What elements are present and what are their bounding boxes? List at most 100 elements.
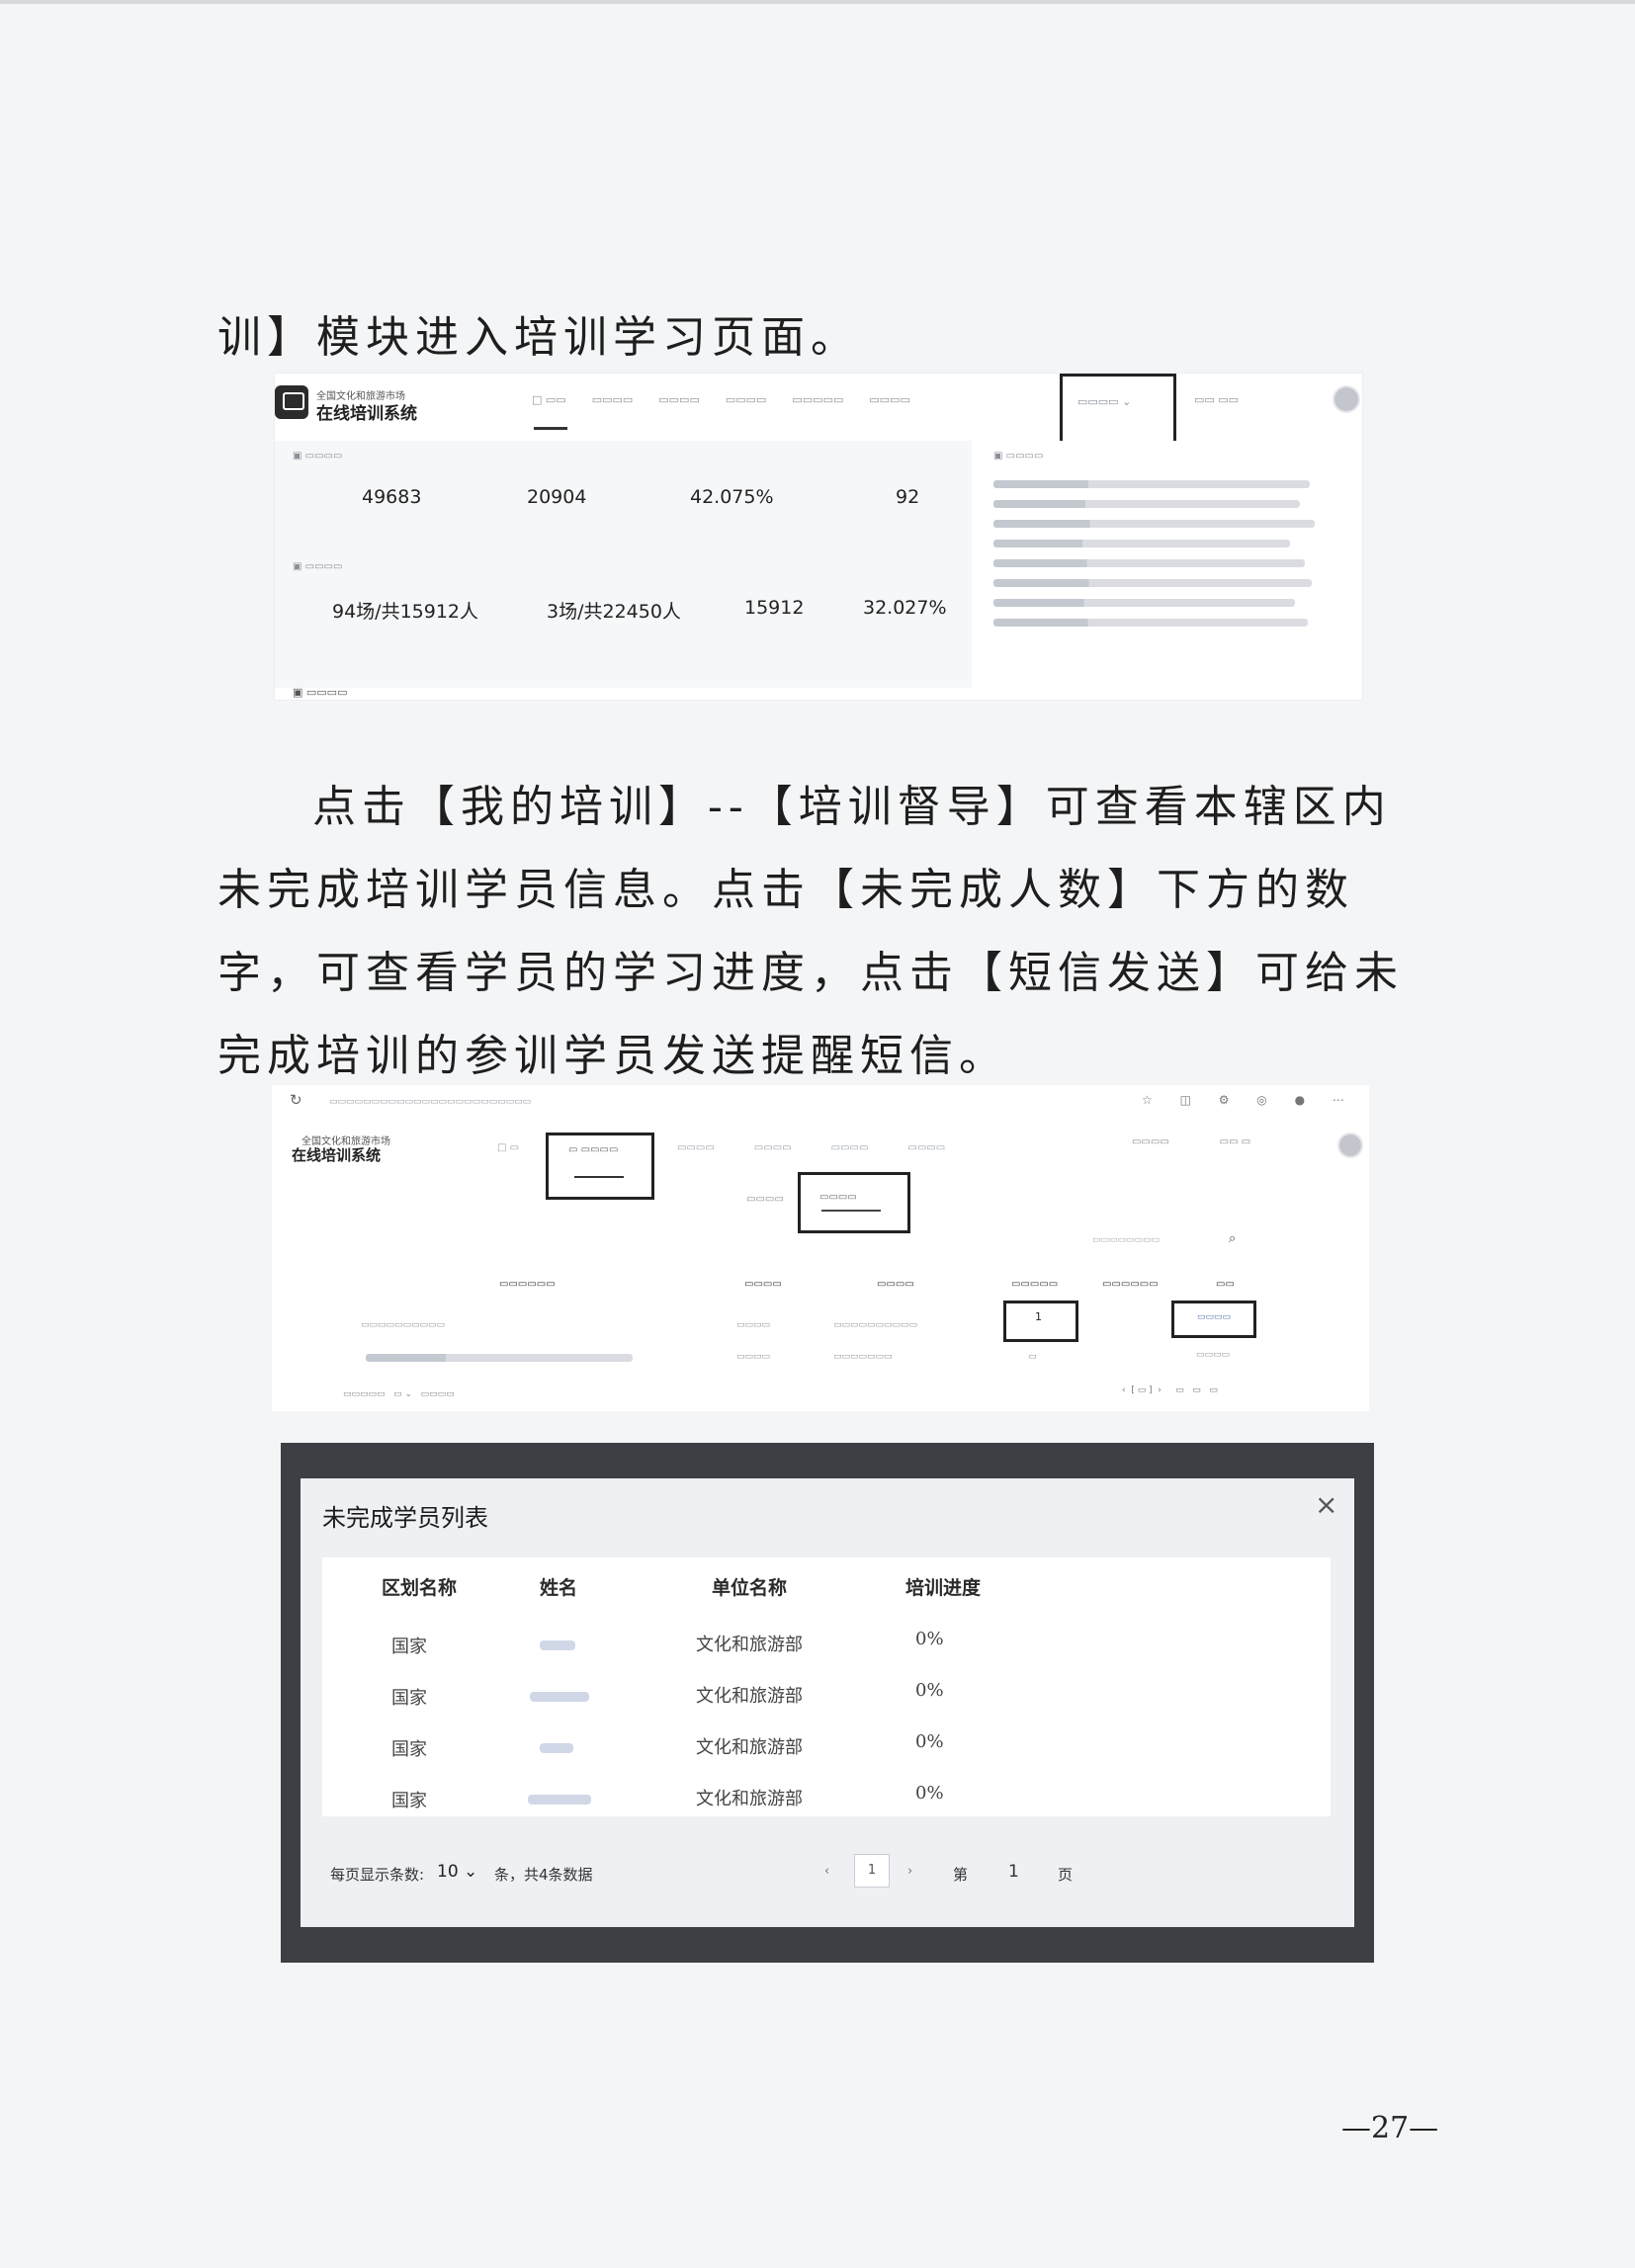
avatar[interactable]	[1333, 385, 1360, 413]
nav-item[interactable]: ▭▭▭▭	[592, 393, 634, 406]
cell-progress: 0%	[915, 1629, 944, 1649]
section-title-training: ▣ ▭▭▭▭	[293, 561, 343, 572]
notice-item[interactable]	[993, 540, 1290, 547]
nav-item[interactable]: ▭▭▭▭	[907, 1142, 945, 1153]
nav-item[interactable]: ▭▭▭▭	[831, 1142, 869, 1153]
nav-active-underline	[534, 427, 567, 430]
subtab-training-tasks[interactable]: ▭▭▭▭	[746, 1194, 784, 1205]
list-pager[interactable]: ‹ [ ▭ ] › ▭ ▭ ▭	[1122, 1386, 1218, 1395]
table-row[interactable]: 国家 文化和旅游部 0%	[322, 1773, 1331, 1824]
nav-item[interactable]: ▭▭▭▭	[658, 393, 700, 406]
cell-progress: 0%	[915, 1680, 944, 1701]
callout-box-my-training	[546, 1133, 654, 1200]
column-header: ▭▭	[1216, 1279, 1235, 1290]
page-input[interactable]: 1	[854, 1854, 890, 1888]
column-header-region: 区划名称	[382, 1577, 458, 1599]
search-input[interactable]: ▭▭▭▭▭▭▭▭	[1092, 1235, 1160, 1245]
callout-box-training-supervision	[798, 1172, 910, 1233]
nav-item[interactable]: □ ▭▭	[532, 393, 566, 406]
page-size-label: 每页显示条数:	[330, 1866, 425, 1884]
nav-item[interactable]: ▭▭▭▭	[677, 1142, 715, 1153]
next-page-button[interactable]: ›	[907, 1864, 912, 1879]
cell-progress: 0%	[915, 1731, 944, 1752]
stat-value: 49683	[362, 486, 422, 508]
intro-line: 训】模块进入培训学习页面。	[217, 312, 860, 363]
stats-panel: ▣ ▭▭▭▭ 49683 20904 42.075% 92 ▣ ▭▭▭▭ 94场…	[275, 441, 972, 688]
s1-nav: □ ▭▭ ▭▭▭▭ ▭▭▭▭ ▭▭▭▭ ▭▭▭▭▭ ▭▭▭▭	[532, 393, 910, 406]
main-paragraph: 点击【我的培训】--【培训督导】可查看本辖区内未完成培训学员信息。点击【未完成人…	[217, 782, 1404, 1081]
nav-item[interactable]: ▭▭▭▭	[726, 393, 767, 406]
table-row[interactable]: 国家 文化和旅游部 0%	[322, 1670, 1331, 1722]
sms-send-button[interactable]: ▭▭▭▭	[1196, 1350, 1230, 1360]
table-row[interactable]: 国家 文化和旅游部 0%	[322, 1722, 1331, 1773]
avatar[interactable]	[1337, 1133, 1363, 1158]
table-cell	[366, 1354, 633, 1362]
screenshot-training-home: 全国文化和旅游市场 在线培训系统 □ ▭▭ ▭▭▭▭ ▭▭▭▭ ▭▭▭▭ ▭▭▭…	[275, 374, 1362, 700]
notice-item[interactable]	[993, 559, 1305, 567]
cell-region: 国家	[391, 1791, 427, 1811]
column-header-name: 姓名	[540, 1577, 578, 1599]
incomplete-trainees-modal: 未完成学员列表 × 区划名称 姓名 单位名称 培训进度 国家 文化和旅游部 0%…	[301, 1478, 1354, 1927]
page-top-edge	[0, 0, 1635, 4]
cell-name	[530, 1692, 589, 1702]
table-cell: ▭▭▭▭	[736, 1320, 771, 1330]
stat-value: 94场/共15912人	[332, 601, 479, 623]
column-header: ▭▭▭▭▭▭	[499, 1279, 556, 1290]
table-cell: ▭▭▭▭	[736, 1352, 771, 1362]
page-size-select[interactable]: 10 ⌄	[437, 1862, 477, 1882]
s1-header: 全国文化和旅游市场 在线培训系统 □ ▭▭ ▭▭▭▭ ▭▭▭▭ ▭▭▭▭ ▭▭▭…	[275, 374, 1362, 447]
table-row[interactable]: 国家 文化和旅游部 0%	[322, 1619, 1331, 1670]
column-header: ▭▭▭▭▭	[1011, 1279, 1059, 1290]
page-number: —27—	[1341, 2111, 1439, 2145]
nav-item[interactable]: □ ▭	[497, 1142, 519, 1153]
header-links[interactable]: ▭▭ ▭▭	[1194, 393, 1239, 406]
address-bar[interactable]: ▭▭▭▭▭▭▭▭▭▭▭▭▭▭▭▭▭▭▭▭▭▭▭▭	[329, 1097, 531, 1107]
screenshot-training-supervision: ↻ ▭▭▭▭▭▭▭▭▭▭▭▭▭▭▭▭▭▭▭▭▭▭▭▭ ☆ ◫ ⚙ ◎ ● ⋯ 全…	[272, 1085, 1369, 1411]
cell-unit: 文化和旅游部	[696, 1635, 803, 1655]
browser-bar: ↻ ▭▭▭▭▭▭▭▭▭▭▭▭▭▭▭▭▭▭▭▭▭▭▭▭ ☆ ◫ ⚙ ◎ ● ⋯	[272, 1085, 1369, 1119]
callout-box-incomplete-count	[1003, 1301, 1078, 1342]
stat-value: 3场/共22450人	[547, 601, 681, 623]
logo-title: 在线培训系统	[316, 404, 417, 424]
list-footer: ▭▭▭▭▭ ▭ ⌄ ▭▭▭▭	[343, 1389, 455, 1399]
cell-name	[528, 1795, 591, 1805]
cell-progress: 0%	[915, 1783, 944, 1804]
cell-unit: 文化和旅游部	[696, 1737, 803, 1758]
total-count-text: 条，共4条数据	[494, 1866, 593, 1884]
reload-icon[interactable]: ↻	[290, 1091, 302, 1109]
modal-title: 未完成学员列表	[322, 1504, 488, 1532]
notice-item[interactable]	[993, 619, 1308, 627]
column-header-progress: 培训进度	[905, 1577, 982, 1599]
notice-item[interactable]	[993, 599, 1295, 607]
s2-nav: □ ▭	[497, 1142, 519, 1153]
prev-page-button[interactable]: ‹	[824, 1864, 829, 1879]
table-cell[interactable]: ▭	[1028, 1352, 1037, 1362]
stat-value: 20904	[527, 486, 587, 508]
modal-overlay: 未完成学员列表 × 区划名称 姓名 单位名称 培训进度 国家 文化和旅游部 0%…	[281, 1443, 1374, 1963]
notice-item[interactable]	[993, 579, 1312, 587]
column-header: ▭▭▭▭	[744, 1279, 782, 1290]
close-icon[interactable]: ×	[1315, 1488, 1337, 1521]
cell-region: 国家	[391, 1688, 427, 1709]
table-cell: ▭▭▭▭▭▭▭▭▭▭	[361, 1320, 446, 1330]
cell-region: 国家	[391, 1637, 427, 1657]
stat-value: 32.027%	[863, 597, 947, 619]
nav-item[interactable]: ▭▭▭▭	[869, 393, 910, 406]
table-cell: ▭▭▭▭▭▭▭	[833, 1352, 893, 1362]
nav-item[interactable]: ▭▭▭▭	[754, 1142, 792, 1153]
stat-value: 15912	[744, 597, 805, 619]
cell-name	[540, 1743, 573, 1753]
search-icon[interactable]: ⌕	[1229, 1231, 1236, 1246]
cell-region: 国家	[391, 1739, 427, 1760]
trainees-table: 区划名称 姓名 单位名称 培训进度 国家 文化和旅游部 0% 国家 文化和旅游部…	[322, 1557, 1331, 1816]
header-links[interactable]: ▭▭▭▭ ▭▭ ▭	[1132, 1136, 1250, 1147]
nav-item[interactable]: ▭▭▭▭▭	[792, 393, 843, 406]
notice-item[interactable]	[993, 480, 1310, 488]
browser-toolbar-icons[interactable]: ☆ ◫ ⚙ ◎ ● ⋯	[1142, 1093, 1356, 1107]
notice-item[interactable]	[993, 500, 1300, 508]
column-header: ▭▭▭▭	[877, 1279, 914, 1290]
system-logo-icon	[275, 385, 308, 419]
notice-panel: ▣ ▭▭▭▭	[982, 441, 1362, 688]
notice-item[interactable]	[993, 520, 1315, 528]
cell-unit: 文化和旅游部	[696, 1789, 803, 1809]
